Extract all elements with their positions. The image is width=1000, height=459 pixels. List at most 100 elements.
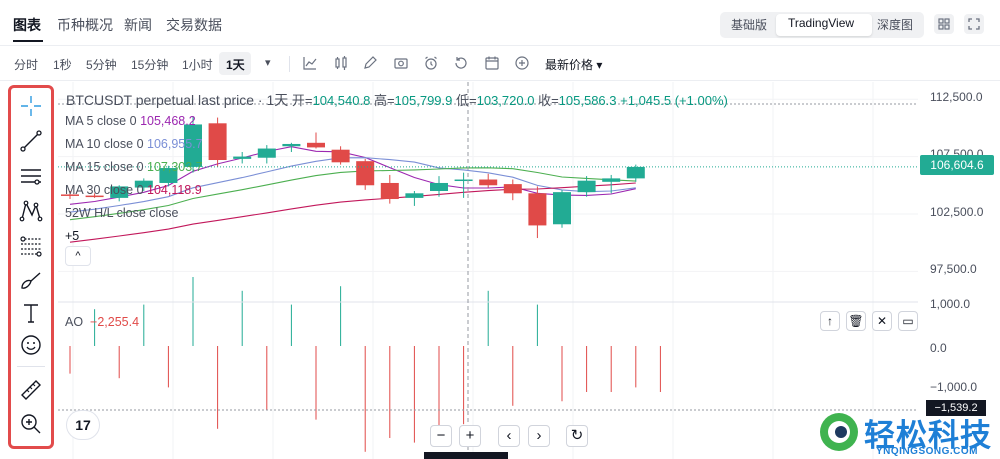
ao-axis-label: −1,000.0 <box>930 380 978 394</box>
watermark-logo: 轻松科技 YNQINGSONG.COM <box>818 408 1000 459</box>
price-type-dropdown[interactable]: 最新价格 ▾ <box>545 56 602 73</box>
tab-trading-data[interactable]: 交易数据 <box>166 15 222 35</box>
replay-icon[interactable] <box>453 55 469 71</box>
timeframe-1d[interactable]: 1天 <box>226 56 245 73</box>
candle-body <box>528 193 547 226</box>
candle-body <box>577 180 596 193</box>
ma10-legend[interactable]: MA 10 close 0 106,955.7 <box>65 137 203 151</box>
ao-label: AO <box>65 315 84 329</box>
hidden-indicators-count[interactable]: +5 <box>65 229 79 243</box>
scroll-right-button[interactable]: › <box>528 425 550 447</box>
calendar-icon[interactable] <box>484 55 500 71</box>
brush-icon[interactable] <box>18 268 44 294</box>
view-switch: 基础版 TradingView 深度图 <box>720 12 924 38</box>
candle-body <box>626 166 645 179</box>
ma5-legend[interactable]: MA 5 close 0 105,468.2 <box>65 114 196 128</box>
view-depth-button[interactable]: 深度图 <box>877 16 913 33</box>
ao-value: −2,255.4 <box>90 315 140 329</box>
maximize-pane-button[interactable]: ▭ <box>898 311 918 331</box>
tab-coin-overview[interactable]: 币种概况 <box>57 15 113 35</box>
indicators-icon[interactable] <box>302 55 318 71</box>
symbol-title: BTCUSDT perpetual last price · 1天 <box>66 92 289 108</box>
ma10-value: 106,955.7 <box>147 137 203 151</box>
ao-legend[interactable]: AO −2,255.4 <box>65 315 139 329</box>
timeframe-1h[interactable]: 1小时 <box>182 56 213 73</box>
timeframe-more-dropdown[interactable]: ▾ <box>265 56 271 69</box>
pattern-icon[interactable] <box>18 198 44 224</box>
candle-body <box>479 179 498 186</box>
candle-body <box>282 143 301 147</box>
candle-body <box>331 149 350 163</box>
chart-toolbar: 分时 1秒 5分钟 15分钟 1小时 1天 ▾ 最新价格 ▾ <box>0 47 1000 81</box>
candle-body <box>257 148 276 158</box>
hl-label: 52W H/L close close <box>65 206 179 220</box>
collapse-pane-button[interactable]: ✕ <box>872 311 892 331</box>
zoom-in-button[interactable]: + <box>459 425 481 447</box>
high-label: 高= <box>373 93 395 108</box>
hl-legend[interactable]: 52W H/L close close <box>65 206 178 220</box>
ma5-label: MA 5 close 0 <box>65 114 137 128</box>
ma30-label: MA 30 close 0 <box>65 183 144 197</box>
change-value: +1,045.5 (+1.00%) <box>620 93 728 108</box>
open-value: 104,540.8 <box>312 93 371 108</box>
horizontal-lines-icon[interactable] <box>18 163 44 189</box>
layout-icon[interactable] <box>934 14 954 34</box>
price-axis-label: 112,500.0 <box>930 90 983 104</box>
tab-chart[interactable]: 图表 <box>13 15 41 35</box>
trend-line-icon[interactable] <box>18 128 44 154</box>
tab-news[interactable]: 新闻 <box>124 15 152 35</box>
low-label: 低= <box>456 93 477 108</box>
ma5-value: 105,468.2 <box>140 114 196 128</box>
ruler-icon[interactable] <box>18 377 44 403</box>
ma15-legend[interactable]: MA 15 close 0 107,303.7 <box>65 160 203 174</box>
view-tradingview-button[interactable]: TradingView <box>788 16 854 30</box>
ma10-label: MA 10 close 0 <box>65 137 144 151</box>
ma15-label: MA 15 close 0 <box>65 160 144 174</box>
collapse-legend-button[interactable]: ^ <box>65 246 91 266</box>
drawing-toolbar <box>8 85 54 449</box>
current-price-tag: 106,604.6 <box>920 155 994 175</box>
timeframe-5m[interactable]: 5分钟 <box>86 56 117 73</box>
pencil-icon[interactable] <box>362 55 378 71</box>
view-basic-button[interactable]: 基础版 <box>731 16 767 33</box>
fullscreen-icon[interactable] <box>964 14 984 34</box>
candle-body <box>602 178 621 182</box>
reset-chart-button[interactable]: ↻ <box>566 425 588 447</box>
ao-axis-label: 0.0 <box>930 341 947 355</box>
candle-body <box>356 161 375 186</box>
bar-style-icon[interactable] <box>333 55 349 71</box>
add-icon[interactable] <box>514 55 530 71</box>
text-icon[interactable] <box>18 300 44 326</box>
price-chart[interactable]: BTCUSDT perpetual last price · 1天 开=104,… <box>58 82 918 459</box>
zoom-out-button[interactable]: − <box>430 425 452 447</box>
camera-icon[interactable] <box>393 55 409 71</box>
alarm-icon[interactable] <box>423 55 439 71</box>
candle-body <box>307 142 325 148</box>
timeframe-tick[interactable]: 分时 <box>14 56 38 73</box>
scroll-left-button[interactable]: ‹ <box>498 425 520 447</box>
timeframe-15m[interactable]: 15分钟 <box>131 56 168 73</box>
move-pane-up-button[interactable]: ↑ <box>820 311 840 331</box>
watermark-icon <box>820 413 858 451</box>
delete-pane-button[interactable]: 🗑 <box>846 311 866 331</box>
emoji-icon[interactable] <box>18 332 44 358</box>
zoom-in-icon[interactable] <box>18 411 44 437</box>
candle-body <box>233 156 252 159</box>
toolbar-divider <box>289 56 290 72</box>
candle-body <box>430 182 448 191</box>
drawing-toolbar-divider <box>17 366 45 367</box>
price-axis-label: 102,500.0 <box>930 205 984 219</box>
open-label: 开= <box>291 93 313 108</box>
price-axis-label: 97,500.0 <box>930 262 977 276</box>
candle-body <box>380 182 399 200</box>
fib-icon[interactable] <box>18 233 44 259</box>
crosshair-icon[interactable] <box>18 93 44 119</box>
candle-body <box>208 123 227 161</box>
active-tab-underline <box>13 40 43 42</box>
low-value: 103,720.0 <box>476 93 535 108</box>
ma30-legend[interactable]: MA 30 close 0 104,118.9 <box>65 183 202 197</box>
time-axis-marker <box>424 452 508 459</box>
high-value: 105,799.9 <box>394 93 453 108</box>
chart-legend-title: BTCUSDT perpetual last price · 1天 开=104,… <box>66 90 728 110</box>
timeframe-1s[interactable]: 1秒 <box>53 56 72 73</box>
